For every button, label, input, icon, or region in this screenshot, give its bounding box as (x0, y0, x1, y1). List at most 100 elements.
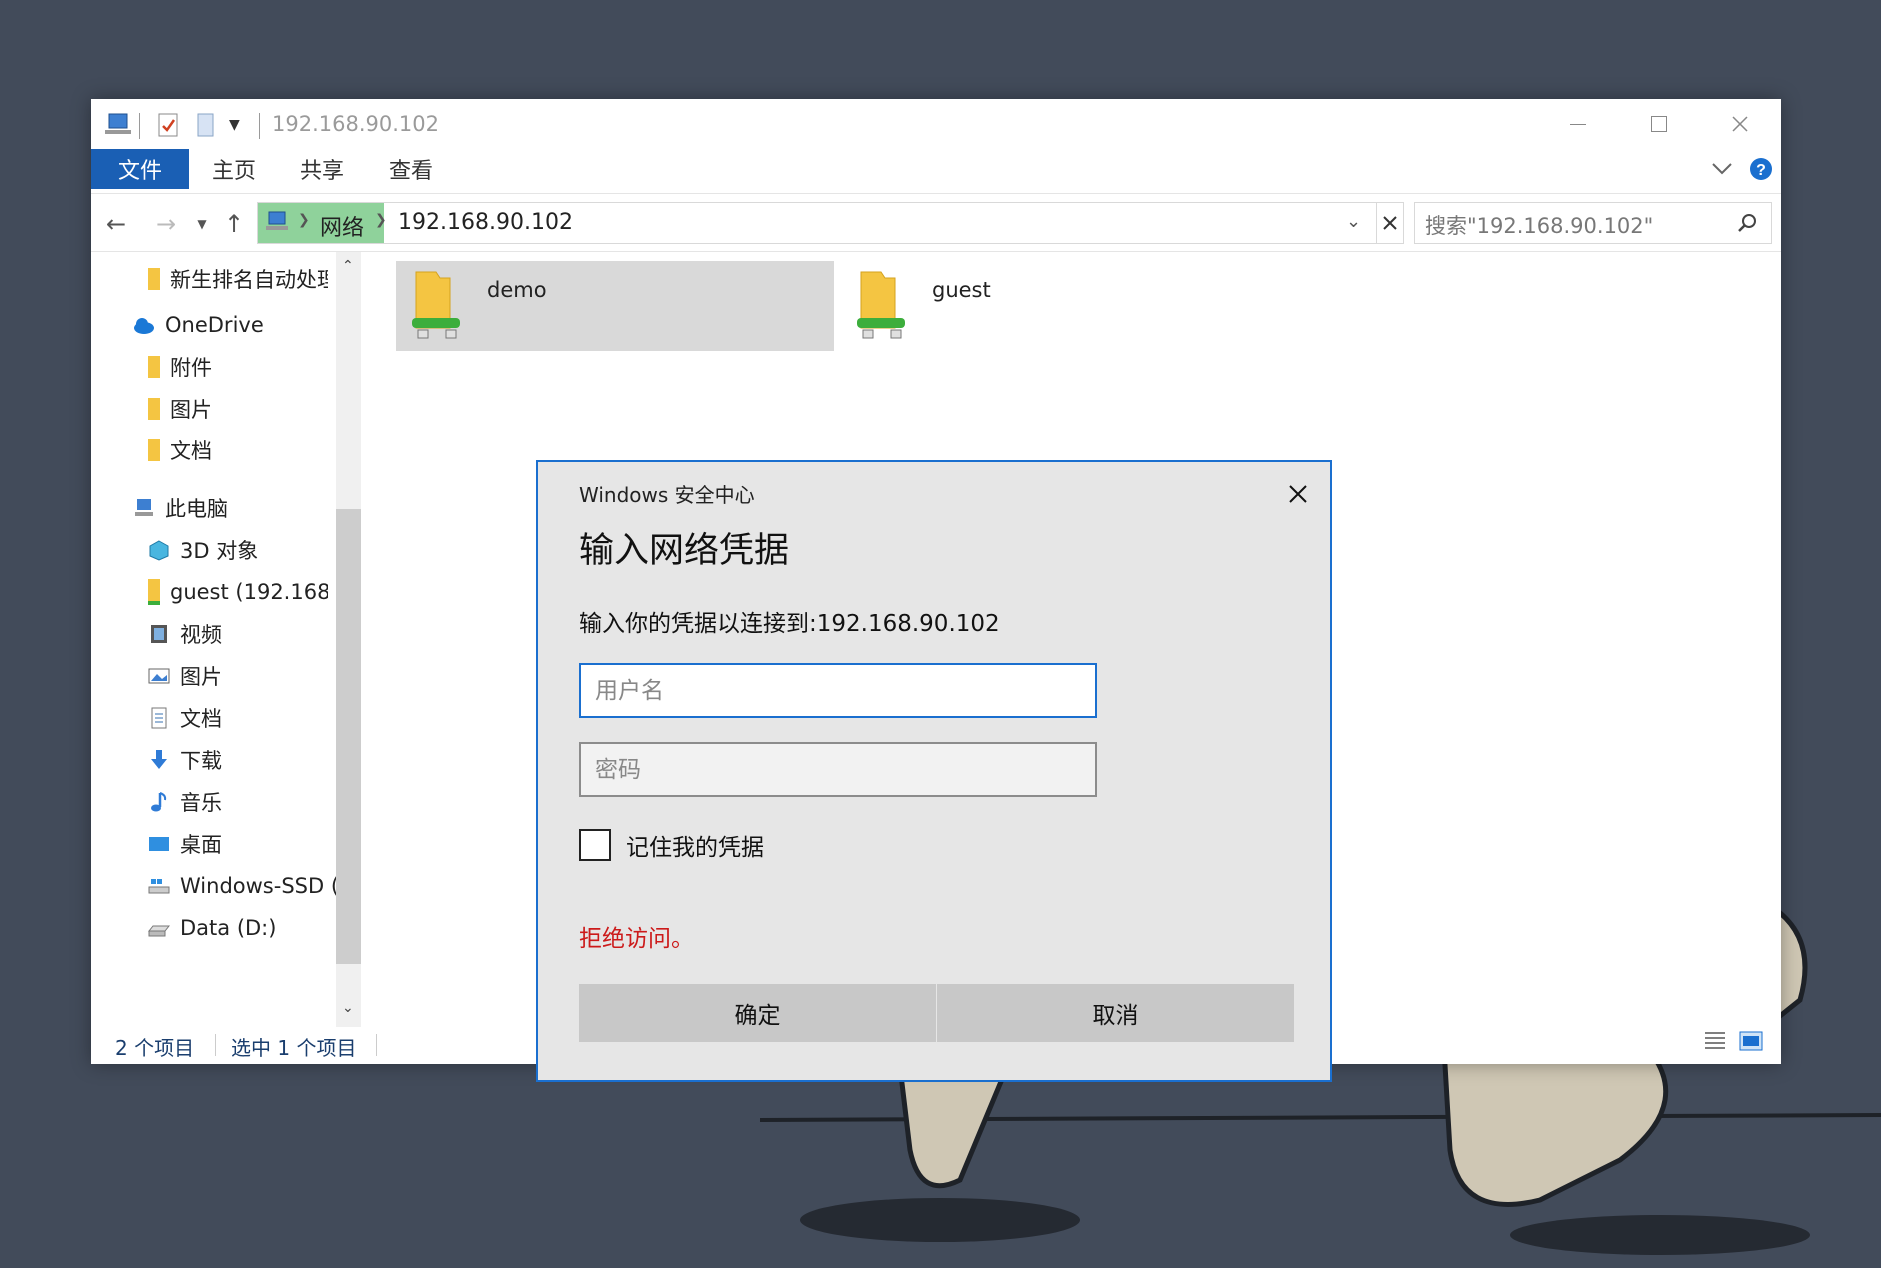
sidebar-item-drive-d[interactable]: Data (D:) (148, 908, 276, 948)
breadcrumb-separator-icon: ❯ (298, 212, 310, 228)
credential-dialog: Windows 安全中心 输入网络凭据 输入你的凭据以连接到:192.168.9… (536, 460, 1332, 1082)
username-field[interactable] (579, 663, 1097, 718)
sidebar-item-label: 桌面 (180, 833, 222, 857)
close-window-button[interactable] (1699, 99, 1780, 149)
scroll-down-icon[interactable]: ⌄ (342, 1000, 354, 1016)
search-input[interactable]: 搜索"192.168.90.102" (1425, 210, 1653, 240)
password-field[interactable] (579, 742, 1097, 797)
dropdown-arrow-icon: ▼ (229, 117, 240, 133)
folder-icon (148, 398, 160, 420)
sidebar-item-desktop[interactable]: 桌面 (148, 824, 222, 864)
close-icon (1289, 485, 1307, 503)
sidebar-item-documents[interactable]: 文档 (148, 698, 222, 738)
cube-icon (149, 540, 169, 561)
window-title: 192.168.90.102 (272, 112, 439, 136)
sidebar-item-videos[interactable]: 视频 (148, 614, 222, 654)
video-icon (151, 625, 167, 643)
address-dropdown-button[interactable]: ⌄ (1346, 211, 1361, 232)
music-icon (151, 792, 167, 812)
forward-button[interactable]: → (151, 209, 181, 239)
sidebar-item-guest-share[interactable]: guest (192.168.90.102) (148, 572, 328, 612)
share-name: demo (487, 278, 547, 302)
close-icon (1383, 216, 1397, 230)
sidebar-item-label: 下载 (180, 749, 222, 773)
back-button[interactable]: ← (101, 209, 131, 239)
scroll-up-icon[interactable]: ⌃ (342, 258, 354, 274)
pictures-icon (148, 668, 170, 684)
tab-view[interactable]: 查看 (389, 149, 433, 189)
navigation-bar: ← → ▼ ↑ ❯ 网络 ❯ 192.168.90.102 ⌄ 搜索"192.1… (91, 199, 1781, 252)
sidebar-item-label: 新生排名自动处理 (170, 268, 328, 292)
sidebar-item-label: 图片 (180, 665, 222, 689)
sidebar-scroll-thumb[interactable] (336, 509, 361, 964)
remember-credentials[interactable]: 记住我的凭据 (579, 828, 764, 862)
breadcrumb-network[interactable]: 网络 (320, 210, 364, 242)
properties-button[interactable] (157, 111, 181, 139)
sidebar-item-attachments[interactable]: 附件 (148, 347, 212, 387)
sidebar-item-label: 附件 (170, 356, 212, 380)
details-view-button[interactable] (1703, 1030, 1727, 1057)
details-view-icon (1705, 1032, 1725, 1049)
new-folder-button[interactable] (195, 111, 217, 139)
ok-button[interactable]: 确定 (579, 984, 936, 1042)
sidebar-item-label: Data (D:) (180, 916, 277, 940)
network-computer-icon (266, 211, 288, 230)
sidebar-item-label: 音乐 (180, 791, 222, 815)
breadcrumb-host[interactable]: 192.168.90.102 (398, 210, 573, 235)
share-guest[interactable]: guest (841, 261, 1141, 351)
clear-address-button[interactable] (1376, 203, 1403, 243)
drive-icon (148, 925, 170, 937)
sidebar-item-label: 此电脑 (165, 497, 228, 521)
arrow-right-icon: → (155, 210, 177, 238)
network-folder-icon (857, 271, 905, 339)
close-icon (1731, 116, 1748, 132)
large-icons-view-button[interactable] (1739, 1030, 1763, 1057)
expand-ribbon-button[interactable] (1711, 149, 1733, 189)
dialog-source: Windows 安全中心 (579, 483, 755, 507)
title-bar: ▼ 192.168.90.102 (91, 99, 1781, 149)
sidebar-item-music[interactable]: 音乐 (148, 782, 222, 822)
search-icon (1738, 214, 1756, 232)
sidebar-item-3d-objects[interactable]: 3D 对象 (148, 530, 258, 570)
maximize-button[interactable] (1618, 99, 1699, 149)
sidebar-item-label: guest (192.168.90.102) (170, 580, 328, 604)
cancel-button[interactable]: 取消 (937, 984, 1294, 1042)
help-icon: ? (1750, 158, 1772, 180)
sidebar-item-onedrive-documents[interactable]: 文档 (148, 430, 212, 470)
error-message: 拒绝访问。 (579, 926, 694, 952)
sidebar-item-label: 图片 (170, 398, 212, 422)
cloud-icon (134, 318, 154, 334)
sidebar-item-onedrive[interactable]: OneDrive (133, 305, 264, 345)
drive-icon (148, 879, 170, 894)
remember-checkbox[interactable] (579, 829, 611, 861)
network-computer-icon (105, 113, 131, 134)
chevron-down-icon: ▼ (197, 217, 207, 231)
minimize-button[interactable] (1537, 99, 1618, 149)
username-input[interactable] (581, 665, 1095, 716)
tab-home[interactable]: 主页 (212, 149, 256, 189)
password-input[interactable] (581, 744, 1095, 795)
folder-icon (148, 439, 160, 461)
sidebar-item-downloads[interactable]: 下载 (148, 740, 222, 780)
customize-toolbar-dropdown[interactable]: ▼ (229, 111, 240, 139)
sidebar-item-auto-rank-folder[interactable]: 新生排名自动处理 (148, 259, 328, 299)
help-button[interactable]: ? (1749, 149, 1773, 189)
sidebar-item-pictures[interactable]: 图片 (148, 656, 222, 696)
tab-share[interactable]: 共享 (300, 149, 344, 189)
sidebar-item-label: 文档 (170, 439, 212, 463)
up-button[interactable]: ↑ (219, 209, 249, 239)
share-name: guest (932, 278, 991, 302)
recent-locations-button[interactable]: ▼ (192, 209, 212, 239)
dialog-close-button[interactable] (1278, 474, 1318, 514)
address-bar[interactable]: ❯ 网络 ❯ 192.168.90.102 ⌄ (257, 202, 1404, 244)
search-box[interactable]: 搜索"192.168.90.102" (1414, 202, 1772, 244)
selection-count: 选中 1 个项目 (231, 1036, 357, 1060)
chevron-down-icon (1712, 163, 1732, 175)
sidebar-item-onedrive-pictures[interactable]: 图片 (148, 389, 212, 429)
sidebar-item-drive-c[interactable]: Windows-SSD (C:) (148, 866, 336, 906)
network-folder-icon (412, 271, 460, 339)
share-demo[interactable]: demo (396, 261, 834, 351)
minimize-icon (1569, 123, 1586, 125)
tab-file[interactable]: 文件 (91, 149, 189, 189)
sidebar-item-this-pc[interactable]: 此电脑 (133, 488, 228, 528)
